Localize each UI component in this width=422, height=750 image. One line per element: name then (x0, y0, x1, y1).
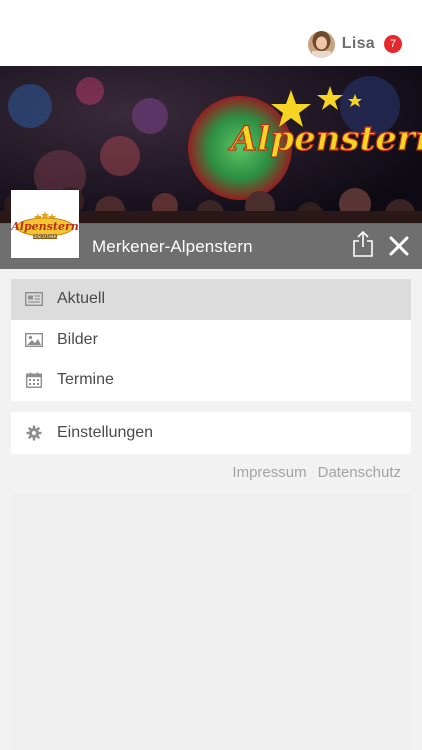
share-icon[interactable] (352, 230, 374, 258)
menu-item-termine[interactable]: Termine (11, 360, 411, 401)
datenschutz-link[interactable]: Datenschutz (318, 464, 401, 481)
banner-text: Alpenstern (228, 119, 422, 159)
user-name[interactable]: Lisa (342, 35, 375, 53)
menu-item-einstellungen[interactable]: Einstellungen (11, 412, 411, 454)
menu-label: Bilder (57, 330, 98, 348)
top-bar: Lisa 7 (0, 0, 422, 66)
image-icon (25, 331, 43, 349)
user-menu[interactable]: Lisa 7 (307, 29, 402, 59)
menu-item-bilder[interactable]: Bilder (11, 320, 411, 361)
menu-label: Einstellungen (57, 424, 154, 441)
footer-links: Impressum Datenschutz (232, 464, 401, 481)
avatar[interactable] (307, 30, 335, 58)
page-title: Merkener-Alpenstern (92, 237, 253, 256)
page-logo: Alpenstern DISCOTHEK (10, 190, 79, 258)
impressum-link[interactable]: Impressum (232, 464, 306, 481)
newspaper-icon (25, 290, 43, 308)
calendar-icon (25, 371, 43, 389)
menu-label: Aktuell (57, 290, 106, 308)
menu-label: Termine (57, 371, 114, 389)
menu-item-aktuell[interactable]: Aktuell (11, 279, 411, 320)
notification-badge[interactable]: 7 (384, 35, 402, 53)
svg-text:DISCOTHEK: DISCOTHEK (33, 234, 57, 239)
gear-icon (25, 424, 43, 442)
svg-text:Alpenstern: Alpenstern (11, 220, 79, 233)
main-menu: Aktuell Bilder Termine (11, 279, 411, 401)
content-area (11, 494, 411, 750)
close-icon[interactable] (389, 236, 409, 256)
